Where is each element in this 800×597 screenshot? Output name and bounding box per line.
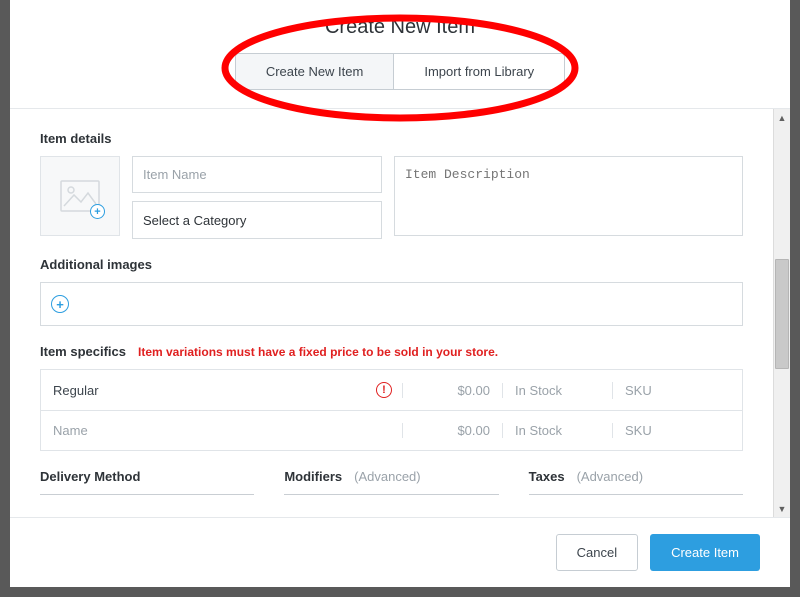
- section-heading-delivery: Delivery Method: [40, 469, 254, 484]
- modifiers-label: Modifiers: [284, 469, 342, 484]
- variation-sku-input[interactable]: [613, 423, 773, 438]
- modal-body-wrap: Item details + Select a Category: [10, 108, 790, 517]
- taxes-label: Taxes: [529, 469, 565, 484]
- add-additional-image-button[interactable]: +: [51, 295, 69, 313]
- additional-images-bar: +: [40, 282, 743, 326]
- section-heading-taxes: Taxes (Advanced): [529, 469, 743, 484]
- taxes-advanced-label: (Advanced): [577, 469, 643, 484]
- item-image-upload[interactable]: +: [40, 156, 120, 236]
- tab-import-from-library[interactable]: Import from Library: [393, 54, 564, 89]
- modal-body: Item details + Select a Category: [10, 109, 773, 517]
- divider: [529, 494, 743, 495]
- name-category-column: Select a Category: [132, 156, 382, 239]
- modifiers-advanced-label: (Advanced): [354, 469, 420, 484]
- section-heading-additional-images: Additional images: [40, 257, 743, 272]
- variation-name-input[interactable]: [41, 423, 402, 438]
- scrollbar-thumb[interactable]: [775, 259, 789, 369]
- create-item-modal: Create New Item Create New Item Import f…: [10, 0, 790, 587]
- lower-sections-row: Delivery Method Modifiers (Advanced) Tax…: [40, 451, 743, 495]
- modal-header: Create New Item Create New Item Import f…: [10, 0, 790, 108]
- scrollbar[interactable]: ▲ ▼: [773, 109, 790, 517]
- table-row: ! $0.00 In Stock: [41, 370, 742, 410]
- item-specifics-label: Item specifics: [40, 344, 126, 359]
- category-select[interactable]: Select a Category: [132, 201, 382, 239]
- item-details-label: Item details: [40, 131, 112, 146]
- section-heading-item-specifics: Item specifics Item variations must have…: [40, 344, 743, 359]
- scroll-down-icon[interactable]: ▼: [774, 500, 790, 517]
- item-specifics-table: ! $0.00 In Stock $0.00: [40, 369, 743, 451]
- additional-images-label: Additional images: [40, 257, 152, 272]
- item-specifics-warning: Item variations must have a fixed price …: [138, 345, 498, 359]
- tab-create-new-item[interactable]: Create New Item: [236, 54, 394, 89]
- modal-title: Create New Item: [40, 16, 760, 39]
- create-item-button[interactable]: Create Item: [650, 534, 760, 571]
- table-row: $0.00 In Stock: [41, 410, 742, 450]
- variation-name-input[interactable]: [41, 383, 376, 398]
- item-name-input[interactable]: [132, 156, 382, 193]
- category-select-label: Select a Category: [143, 213, 246, 228]
- divider: [40, 494, 254, 495]
- item-details-row: + Select a Category: [40, 156, 743, 239]
- cancel-button[interactable]: Cancel: [556, 534, 638, 571]
- add-image-icon: +: [90, 204, 105, 219]
- scroll-up-icon[interactable]: ▲: [774, 109, 790, 126]
- variation-sku-input[interactable]: [613, 383, 773, 398]
- section-heading-modifiers: Modifiers (Advanced): [284, 469, 498, 484]
- variation-stock[interactable]: In Stock: [502, 423, 612, 438]
- item-description-input[interactable]: [394, 156, 743, 236]
- warning-icon: !: [376, 382, 392, 398]
- modal-footer: Cancel Create Item: [10, 517, 790, 587]
- variation-price[interactable]: $0.00: [402, 423, 502, 438]
- section-heading-item-details: Item details: [40, 131, 743, 146]
- delivery-method-label: Delivery Method: [40, 469, 140, 484]
- mode-tabs: Create New Item Import from Library: [235, 53, 565, 90]
- variation-price[interactable]: $0.00: [402, 383, 502, 398]
- variation-stock[interactable]: In Stock: [502, 383, 612, 398]
- divider: [284, 494, 498, 495]
